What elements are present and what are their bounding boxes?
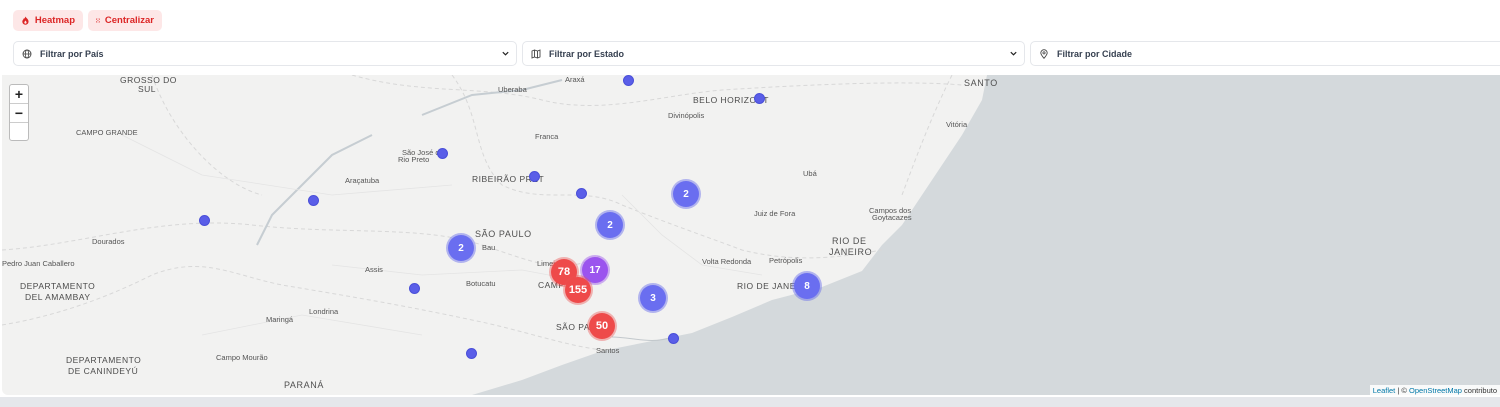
country-filter-select[interactable]: Filtrar por País [13, 41, 517, 66]
country-filter-label: Filtrar por País [40, 48, 104, 59]
label-franca: Franca [535, 132, 559, 141]
label-uberaba: Uberaba [498, 85, 527, 94]
attribution-rest: contributo [1461, 386, 1497, 395]
marker-cluster[interactable]: 8 [794, 273, 820, 299]
label-sjrp-2: Rio Preto [398, 155, 430, 164]
marker-cluster[interactable]: 2 [673, 181, 699, 207]
center-button[interactable]: Centralizar [88, 10, 162, 31]
osm-link[interactable]: OpenStreetMap [1409, 386, 1462, 395]
city-filter-select[interactable]: Filtrar por Cidade [1030, 41, 1500, 66]
map-marker[interactable] [623, 75, 634, 86]
label-parana: PARANÁ [284, 380, 324, 390]
label-campos-2: Goytacazes [872, 213, 912, 222]
map-base-layer [2, 75, 1500, 395]
label-pedro-juan: Pedro Juan Caballero [2, 259, 75, 268]
attribution-separator: | © [1395, 386, 1410, 395]
label-londrina: Londrina [309, 307, 339, 316]
zoom-control: + − [9, 84, 29, 141]
label-canindeyu-2: DE CANINDEYÚ [68, 366, 139, 376]
marker-cluster[interactable]: 3 [640, 285, 666, 311]
footer-bar [0, 397, 1500, 407]
map-marker[interactable] [409, 283, 420, 294]
map-marker[interactable] [466, 348, 477, 359]
label-bauru: Bau [482, 243, 496, 252]
heatmap-button[interactable]: Heatmap [13, 10, 83, 31]
label-uba: Ubá [803, 169, 817, 178]
map-view[interactable]: GROSSO DO SUL Uberaba Araxá BELO HORIZON… [2, 75, 1500, 395]
leaflet-link[interactable]: Leaflet [1373, 386, 1396, 395]
map-attribution: Leaflet | © OpenStreetMap contributo [1369, 385, 1500, 396]
label-petropolis: Petrópolis [769, 256, 803, 265]
label-campo-grande: CAMPO GRANDE [76, 128, 138, 137]
label-canindeyu-1: DEPARTAMENTO [66, 355, 142, 365]
marker-cluster[interactable]: 2 [597, 212, 623, 238]
state-filter-select[interactable]: Filtrar por Estado [522, 41, 1025, 66]
label-santo: SANTO [964, 78, 998, 88]
marker-cluster[interactable]: 155 [565, 277, 591, 303]
map-marker[interactable] [529, 171, 540, 182]
center-label: Centralizar [104, 15, 154, 26]
map-marker[interactable] [576, 188, 587, 199]
label-vitoria: Vitória [946, 120, 968, 129]
globe-icon [22, 49, 32, 58]
chevron-down-icon [502, 51, 509, 56]
label-botucatu: Botucatu [466, 279, 496, 288]
label-amambay-1: DEPARTAMENTO [20, 281, 96, 291]
flame-icon [22, 16, 29, 25]
label-sul: SUL [138, 84, 157, 94]
label-sao-paulo-state: SÃO PAULO [475, 229, 532, 239]
label-volta-redonda: Volta Redonda [702, 257, 752, 266]
label-maringa: Maringá [266, 315, 294, 324]
label-santos: Santos [596, 346, 620, 355]
label-juiz: Juiz de Fora [754, 209, 796, 218]
map-marker[interactable] [437, 148, 448, 159]
map-marker[interactable] [308, 195, 319, 206]
label-campo-mourao: Campo Mourão [216, 353, 268, 362]
marker-cluster[interactable]: 2 [448, 235, 474, 261]
map-marker[interactable] [199, 215, 210, 226]
label-assis: Assis [365, 265, 383, 274]
map-marker[interactable] [754, 93, 765, 104]
label-rio-state-1: RIO DE [832, 236, 867, 246]
map-icon [531, 48, 541, 59]
zoom-out-button[interactable]: − [10, 104, 28, 123]
map-pin-icon [1040, 48, 1048, 59]
label-dourados: Dourados [92, 237, 125, 246]
zoom-in-button[interactable]: + [10, 85, 28, 104]
label-aracatuba: Araçatuba [345, 176, 380, 185]
label-araxa: Araxá [565, 75, 585, 84]
label-amambay-2: DEL AMAMBAY [25, 292, 91, 302]
heatmap-label: Heatmap [34, 15, 75, 26]
focus-icon [96, 18, 100, 23]
marker-cluster[interactable]: 50 [589, 313, 615, 339]
state-filter-label: Filtrar por Estado [549, 48, 625, 59]
chevron-down-icon [1010, 51, 1017, 56]
zoom-empty-slot [10, 123, 28, 142]
city-filter-label: Filtrar por Cidade [1057, 48, 1133, 59]
label-rio-state-2: JANEIRO [829, 247, 873, 257]
map-marker[interactable] [668, 333, 679, 344]
label-divinopolis: Divinópolis [668, 111, 705, 120]
